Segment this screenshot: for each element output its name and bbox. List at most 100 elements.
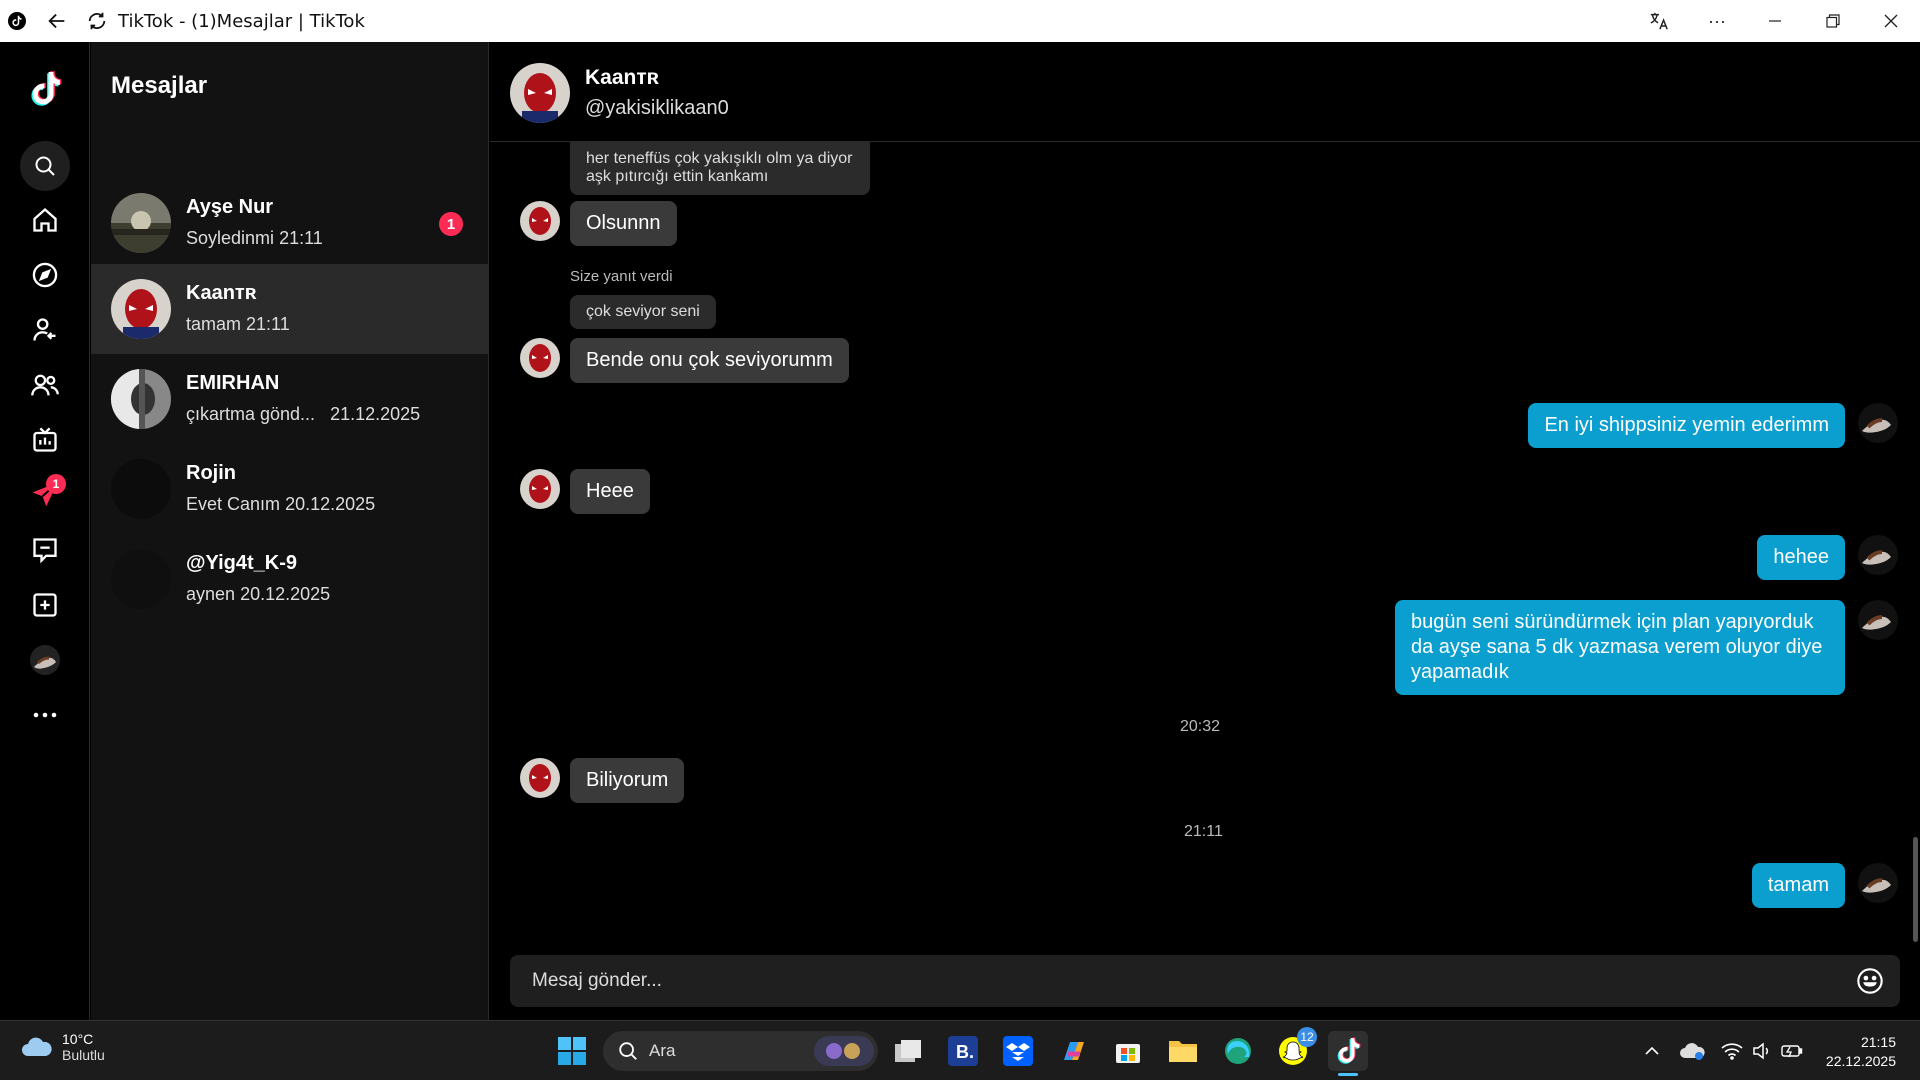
own-avatar[interactable] [1858,863,1898,903]
conversation-list: Mesajlar Ayşe Nur Soyledinmi 21:11 1 Kaa… [91,42,489,1020]
timestamp: 20:32 [1180,718,1221,735]
chat-contact-handle[interactable]: @yakisiklikaan0 [585,97,729,120]
conversation-item-yig4t[interactable]: @Yig4t_K-9 aynen 20.12.2025 [91,534,489,624]
more-options-icon[interactable]: ··· [1688,0,1746,42]
conversation-name: Rojin [186,462,236,484]
avatar [111,459,171,519]
system-clock[interactable]: 21:15 22.12.2025 [1826,1033,1896,1071]
conversation-item-emirhan[interactable]: EMIRHAN çıkartma gönd... 21.12.2025 [91,354,489,444]
message-bubble: Heee [570,469,650,514]
chat-panel: Kaanᴛʀ @yakisiklikaan0 her teneffüs çok … [490,42,1920,1020]
chat-header: Kaanᴛʀ @yakisiklikaan0 [490,42,1920,142]
show-hidden-icons[interactable] [1632,1031,1672,1071]
own-avatar[interactable] [1858,535,1898,575]
search-icon [619,1042,637,1060]
message-bubble-own: En iyi shippsiniz yemin ederimm [1528,403,1845,448]
clock-time: 21:15 [1860,1034,1896,1050]
more-icon[interactable] [20,690,70,740]
conversation-name: @Yig4t_K-9 [186,552,298,574]
chat-contact-name[interactable]: Kaanᴛʀ [585,66,659,90]
own-avatar[interactable] [1858,600,1898,640]
start-button[interactable] [552,1031,592,1071]
search-highlight-image [814,1036,874,1066]
window-title: TikTok - (1)Mesajlar | TikTok [118,10,365,32]
refresh-icon[interactable] [86,10,108,32]
temperature: 10°C [62,1031,94,1047]
search-label: Ara [649,1041,676,1060]
booking-app-icon[interactable]: B. [943,1031,983,1071]
restore-button[interactable] [1804,0,1862,42]
windows-taskbar: 10°C Bulutlu Ara B. 12 21:15 22.12.2025 [0,1020,1920,1080]
following-icon[interactable] [20,305,70,355]
conversation-preview: tamam 21:11 [186,314,290,334]
notification-badge: 12 [1297,1027,1317,1047]
message-input[interactable] [532,955,1832,1007]
friends-icon[interactable] [20,360,70,410]
clock-date: 22.12.2025 [1825,1052,1896,1069]
close-button[interactable] [1862,0,1920,42]
quoted-message: çok seviyor seni [570,295,716,330]
profile-avatar[interactable] [20,635,70,685]
avatar [111,369,171,429]
cloud-icon [22,1037,52,1056]
reply-label: Size yanıt verdi [570,268,673,285]
onedrive-icon[interactable] [1672,1031,1712,1071]
window-titlebar: TikTok - (1)Mesajlar | TikTok ··· [0,0,1920,42]
sender-avatar[interactable] [520,758,560,798]
sender-avatar[interactable] [520,338,560,378]
conversation-item-rojin[interactable]: Rojin Evet Canım 20.12.2025 [91,444,489,534]
tiktok-app-icon [6,10,28,32]
message-bubble-own: hehee [1757,535,1845,580]
timestamp: 21:11 [1184,823,1223,840]
message-bubble: Bende onu çok seviyorumm [570,338,849,383]
own-avatar[interactable] [1858,403,1898,443]
microsoft-store-icon[interactable] [1108,1031,1148,1071]
sender-avatar[interactable] [520,201,560,241]
message-bubble-own: tamam [1751,863,1845,908]
search-icon[interactable] [20,141,70,191]
conversation-preview: aynen 20.12.2025 [186,584,331,604]
live-icon[interactable] [20,415,70,465]
inbox-icon[interactable] [20,525,70,575]
avatar [111,549,171,609]
sender-avatar[interactable] [520,469,560,509]
chat-avatar[interactable] [510,63,570,123]
conversation-preview: Soyledinmi 21:11 [186,228,323,248]
unread-badge: 1 [439,212,463,236]
svg-text:B.: B. [956,1042,974,1062]
taskbar-search[interactable]: Ara [603,1031,878,1071]
conversation-preview: çıkartma gönd... 21.12.2025 [186,404,421,424]
messages-title: Mesajlar [111,72,208,99]
minimize-button[interactable] [1746,0,1804,42]
conversation-item-kaan[interactable]: Kaanᴛʀ tamam 21:11 [91,264,489,354]
edge-browser-icon[interactable] [1218,1031,1258,1071]
translate-icon[interactable] [1630,0,1688,42]
tiktok-logo-icon[interactable] [20,64,70,114]
dropbox-icon[interactable] [998,1031,1038,1071]
home-icon[interactable] [20,195,70,245]
chat-scrollbar[interactable] [1913,837,1918,942]
copilot-icon[interactable] [1053,1031,1093,1071]
conversation-name: Kaanᴛʀ [186,282,257,304]
tiktok-taskbar-icon[interactable] [1328,1031,1368,1076]
messages-icon[interactable]: 1 [20,470,70,520]
emoji-icon[interactable] [1856,967,1884,995]
message-bubble-own: bugün seni süründürmek için plan yapıyor… [1395,600,1845,695]
message-bubble: Biliyorum [570,758,685,803]
explore-icon[interactable] [20,250,70,300]
task-view-icon[interactable] [888,1031,928,1071]
avatar [111,193,171,253]
message-bubble: Olsunnn [570,201,677,246]
weather-widget[interactable]: 10°C Bulutlu [20,1031,105,1063]
conversation-name: Ayşe Nur [186,196,274,218]
conversation-item-ayse-nur[interactable]: Ayşe Nur Soyledinmi 21:11 1 [91,178,489,268]
upload-icon[interactable] [20,580,70,630]
battery-icon[interactable] [1772,1031,1812,1071]
quoted-message: her teneffüs çok yakışıklı olm ya diyor … [570,142,870,195]
conversation-name: EMIRHAN [186,372,280,394]
message-composer [510,955,1900,1007]
back-icon[interactable] [46,10,68,32]
snapchat-icon[interactable]: 12 [1273,1027,1317,1071]
file-explorer-icon[interactable] [1163,1031,1203,1071]
weather-condition: Bulutlu [62,1047,105,1063]
